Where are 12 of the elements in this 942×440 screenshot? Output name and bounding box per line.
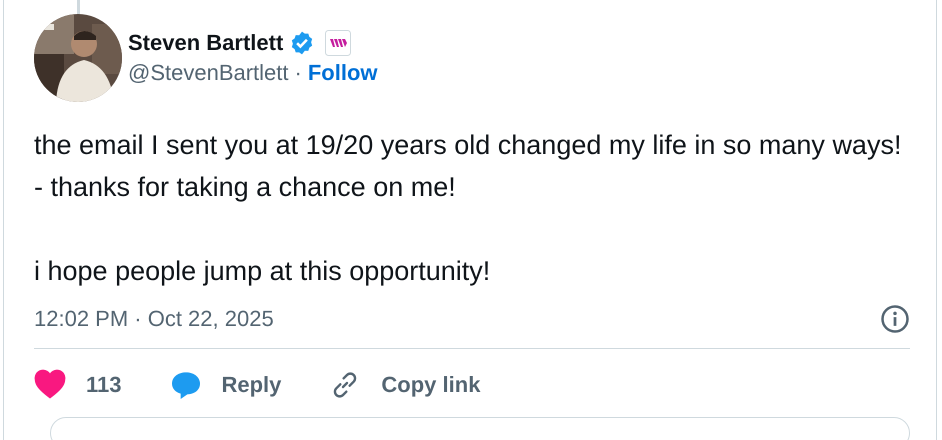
timestamp[interactable]: 12:02 PM · Oct 22, 2025 <box>34 306 274 332</box>
tweet-text: i hope people jump at this opportunity! <box>34 255 492 288</box>
affiliate-logo-icon <box>325 30 352 56</box>
like-button[interactable]: 113 <box>34 369 122 401</box>
author-handle[interactable]: @StevenBartlett <box>128 60 289 86</box>
tweet-text: the email I sent you at 19/20 years old changed my life in so many ways! - thanks for taking a chance on me! <box>34 129 902 204</box>
follow-link[interactable]: Follow <box>308 60 378 86</box>
separator: · <box>294 60 302 86</box>
info-icon[interactable] <box>880 304 910 334</box>
reply-button[interactable]: Reply <box>170 369 282 401</box>
copy-link-button[interactable]: Copy link <box>329 369 480 401</box>
author-name[interactable]: Steven Bartlett <box>128 30 284 56</box>
